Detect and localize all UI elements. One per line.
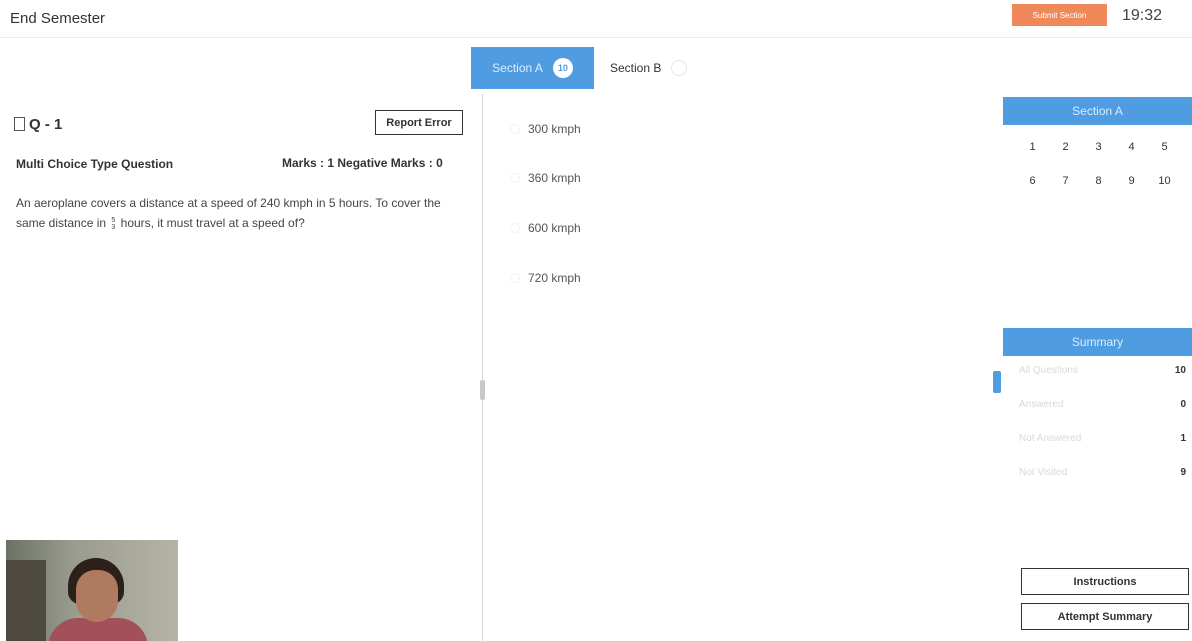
radio-icon (510, 273, 520, 283)
attempt-summary-button[interactable]: Attempt Summary (1021, 603, 1189, 630)
question-text: An aeroplane covers a distance at a spee… (16, 193, 466, 233)
question-type: Multi Choice Type Question (16, 157, 174, 171)
option-2[interactable]: 360 kmph (510, 171, 581, 185)
summary-list: All Questions 10 Answered 0 Not Answered… (1019, 365, 1192, 501)
option-label: 600 kmph (528, 221, 581, 235)
radio-icon (510, 173, 520, 183)
summary-value: 9 (1180, 467, 1186, 478)
radio-icon (510, 223, 520, 233)
section-panel-header: Section A (1003, 97, 1192, 125)
question-palette-item[interactable]: 3 (1082, 138, 1115, 156)
summary-row: Not Visited 9 (1019, 467, 1192, 501)
countdown-timer: 19:32 (1122, 7, 1163, 24)
question-palette-item[interactable]: 9 (1115, 172, 1148, 190)
summary-panel-header: Summary (1003, 328, 1192, 356)
summary-label: Not Answered (1019, 433, 1082, 444)
fraction-numerator: 5 (111, 216, 116, 224)
summary-row: Not Answered 1 (1019, 433, 1192, 467)
option-4[interactable]: 720 kmph (510, 271, 581, 285)
summary-value: 0 (1180, 399, 1186, 410)
radio-icon (510, 124, 520, 134)
fraction-denominator: 3 (111, 223, 116, 231)
question-palette-item[interactable]: 5 (1148, 138, 1181, 156)
tab-label: Section B (610, 61, 662, 75)
bookmark-icon[interactable] (14, 117, 25, 131)
summary-label: Not Visited (1019, 467, 1068, 478)
option-label: 300 kmph (528, 122, 581, 136)
summary-label: All Questions (1019, 365, 1078, 376)
tab-section-a[interactable]: Section A 10 (471, 47, 594, 89)
webcam-shadow (6, 560, 46, 641)
webcam-person-face (76, 570, 118, 622)
resize-handle[interactable] (480, 380, 485, 400)
summary-value: 1 (1180, 433, 1186, 444)
question-palette-item[interactable]: 4 (1115, 138, 1148, 156)
submit-section-button[interactable]: Submit Section (1012, 4, 1107, 26)
question-palette: 1 2 3 4 5 6 7 8 9 10 (1016, 138, 1181, 190)
summary-value: 10 (1174, 365, 1186, 376)
summary-row: All Questions 10 (1019, 365, 1192, 399)
pane-divider (482, 94, 483, 641)
top-bar: End Semester Submit Section 19:32 (0, 0, 1192, 38)
option-1[interactable]: 300 kmph (510, 122, 581, 136)
question-count-badge (671, 60, 688, 76)
exam-title: End Semester (10, 10, 106, 27)
question-palette-item[interactable]: 8 (1082, 172, 1115, 190)
question-palette-item[interactable]: 6 (1016, 172, 1049, 190)
summary-row: Answered 0 (1019, 399, 1192, 433)
report-error-button[interactable]: Report Error (375, 110, 463, 135)
tab-section-b[interactable]: Section B (594, 47, 701, 89)
fraction: 5 3 (111, 217, 115, 231)
question-palette-item[interactable]: 10 (1148, 172, 1181, 190)
question-palette-item[interactable]: 1 (1016, 138, 1049, 156)
question-text-part: hours, it must travel at a speed of? (120, 216, 305, 230)
option-label: 360 kmph (528, 171, 581, 185)
question-palette-item[interactable]: 7 (1049, 172, 1082, 190)
instructions-button[interactable]: Instructions (1021, 568, 1189, 595)
webcam-preview (6, 540, 178, 641)
marks-info: Marks : 1 Negative Marks : 0 (282, 156, 443, 170)
question-palette-item[interactable]: 2 (1049, 138, 1082, 156)
question-count-badge: 10 (552, 58, 573, 78)
question-number: Q - 1 (29, 116, 63, 133)
option-3[interactable]: 600 kmph (510, 221, 581, 235)
section-tabs: Section A 10 Section B (471, 47, 701, 89)
tab-label: Section A (492, 61, 543, 75)
summary-label: Answered (1019, 399, 1064, 410)
option-label: 720 kmph (528, 271, 581, 285)
summary-toggle-tab[interactable] (993, 371, 1001, 393)
